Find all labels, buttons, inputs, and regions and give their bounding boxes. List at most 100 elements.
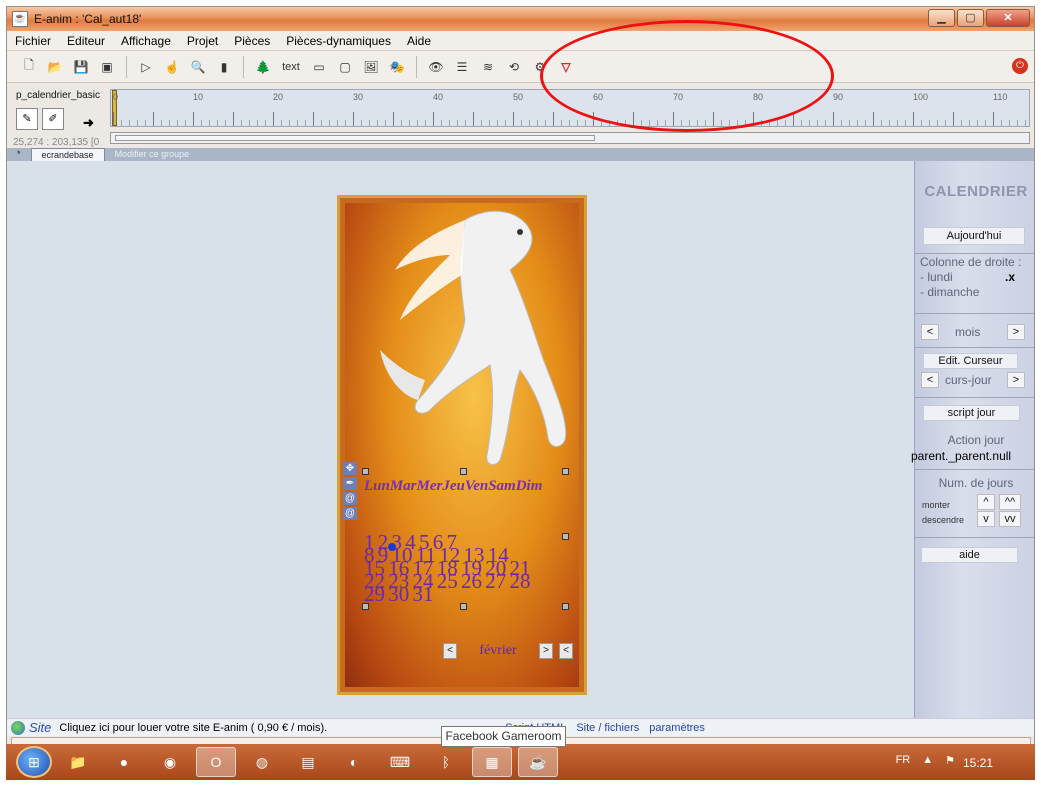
selection-handle[interactable] — [362, 468, 369, 475]
calendar-canvas[interactable]: ✥ ✒ @ @ LunMarMerJeuVenSamDim 1 2 3 4 5 … — [337, 195, 587, 695]
parametres-link[interactable]: paramètres — [649, 722, 705, 734]
keyboard-icon[interactable]: ⌨ — [380, 747, 420, 777]
arrow-right-icon[interactable]: ➜ — [83, 115, 94, 131]
pointer-icon[interactable]: ▷ — [136, 57, 156, 77]
swf-export-icon[interactable]: ▣ — [97, 57, 117, 77]
ruler-tick — [393, 112, 394, 126]
monday-mark[interactable]: .x — [1005, 270, 1015, 284]
clock[interactable]: 15:21 — [963, 756, 993, 770]
tab-star[interactable]: * — [7, 148, 31, 161]
media-icon[interactable]: ▤ — [288, 747, 328, 777]
menu-fichier[interactable]: Fichier — [7, 34, 59, 48]
pen-icon[interactable]: ✒ — [343, 477, 357, 490]
bluetooth-icon[interactable]: ᛒ — [426, 747, 466, 777]
maximize-button[interactable]: ▢ — [957, 9, 984, 27]
selection-handle[interactable] — [562, 603, 569, 610]
selection-handle[interactable] — [562, 468, 569, 475]
ruler-tick — [193, 112, 194, 126]
scroll-thumb[interactable] — [115, 135, 595, 141]
next-month-panel-button[interactable]: > — [1007, 324, 1025, 340]
opera-icon[interactable]: O — [196, 747, 236, 777]
at-icon-2[interactable]: @ — [343, 507, 357, 520]
prev-cursor-button[interactable]: < — [921, 372, 939, 388]
up-one-button[interactable]: ^ — [977, 494, 995, 510]
tray-expand-icon[interactable]: ▲ — [922, 754, 933, 767]
gears-icon[interactable]: ⚙ — [530, 57, 550, 77]
hand-icon[interactable]: ☝ — [162, 57, 182, 77]
ruler-tick — [881, 120, 882, 126]
down-two-button[interactable]: vv — [999, 511, 1021, 527]
sunday-option[interactable]: - dimanche — [920, 285, 979, 299]
flag-icon[interactable]: ⚑ — [945, 754, 955, 767]
image-icon[interactable]: 🖼 — [361, 57, 381, 77]
prev-month-panel-button[interactable]: < — [921, 324, 939, 340]
ruler-tick — [553, 112, 554, 126]
down-one-button[interactable]: v — [977, 511, 995, 527]
selection-handle[interactable] — [460, 603, 467, 610]
edit-component-icon[interactable]: ✎ — [16, 108, 38, 130]
script-jour-button[interactable]: script jour — [923, 405, 1020, 421]
rectangle-icon[interactable]: ▭ — [309, 57, 329, 77]
open-folder-icon[interactable]: 📂 — [45, 57, 65, 77]
timeline-ruler[interactable]: 0 10 20 30 40 50 60 70 80 90 100 110 — [110, 89, 1030, 127]
menu-editeur[interactable]: Editeur — [59, 34, 113, 48]
status-message[interactable]: Cliquez ici pour louer votre site E-anim… — [59, 722, 327, 734]
palette-icon[interactable]: ▮ — [214, 57, 234, 77]
ruler-label: 50 — [513, 92, 524, 102]
tab-ecrandebase[interactable]: ecrandebase — [30, 148, 105, 161]
tab-modifier-groupe[interactable]: Modifier ce groupe — [105, 148, 200, 161]
tree-icon[interactable]: 🌲 — [253, 57, 273, 77]
minimize-button[interactable]: ▁ — [928, 9, 955, 27]
menu-pieces[interactable]: Pièces — [226, 34, 278, 48]
panel-title: CALENDRIER — [924, 183, 1028, 200]
language-indicator[interactable]: FR — [896, 754, 911, 767]
eye-icon[interactable]: 👁 — [426, 57, 446, 77]
map-pin-icon[interactable]: ◐ — [334, 747, 374, 777]
layers-alt-icon[interactable]: ≋ — [478, 57, 498, 77]
menu-affichage[interactable]: Affichage — [113, 34, 179, 48]
next-month-button[interactable]: > — [539, 643, 553, 659]
zoom-icon[interactable]: 🔍 — [188, 57, 208, 77]
firefox-icon[interactable]: ◍ — [242, 747, 282, 777]
prev-month-button[interactable]: < — [443, 643, 457, 659]
next-cursor-button[interactable]: > — [1007, 372, 1025, 388]
selection-handle[interactable] — [460, 468, 467, 475]
action-jour-value[interactable]: parent._parent.null — [911, 449, 1011, 463]
up-two-button[interactable]: ^^ — [999, 494, 1021, 510]
menu-projet[interactable]: Projet — [179, 34, 226, 48]
start-button[interactable]: ⊞ — [16, 746, 52, 778]
menu-bar: Fichier Editeur Affichage Projet Pièces … — [7, 31, 1034, 51]
ruler-tick — [697, 120, 698, 126]
edit-script-icon[interactable]: ✐ — [42, 108, 64, 130]
today-button[interactable]: Aujourd'hui — [923, 227, 1025, 245]
monday-option[interactable]: - lundi — [920, 270, 953, 284]
close-button[interactable]: ✕ — [986, 9, 1030, 27]
ruler-tick — [361, 120, 362, 126]
aide-button[interactable]: aide — [921, 547, 1018, 563]
ruler-tick — [857, 120, 858, 126]
file-explorer-icon[interactable]: 📁 — [58, 747, 98, 777]
at-icon-1[interactable]: @ — [343, 492, 357, 505]
app-red-icon[interactable]: ◉ — [150, 747, 190, 777]
gameroom-icon[interactable]: ▦ — [472, 747, 512, 777]
edit-cursor-button[interactable]: Edit. Curseur — [923, 353, 1018, 369]
ruler-tick — [185, 120, 186, 126]
menu-pieces-dynamiques[interactable]: Pièces-dynamiques — [278, 34, 399, 48]
text-tool[interactable]: text — [279, 57, 303, 77]
timeline-scrollbar[interactable] — [110, 132, 1030, 144]
prev-button-2[interactable]: < — [559, 643, 573, 659]
site-fichiers-link[interactable]: Site / fichiers — [576, 722, 639, 734]
frame-icon[interactable]: ▢ — [335, 57, 355, 77]
sprite-icon[interactable]: 🎭 — [387, 57, 407, 77]
move-handle-icon[interactable]: ✥ — [343, 462, 357, 475]
save-icon[interactable]: 💾 — [71, 57, 91, 77]
site-label[interactable]: Site — [29, 720, 51, 735]
filter-icon[interactable]: ▽ — [556, 57, 576, 77]
new-file-icon[interactable]: 🗋 — [19, 57, 39, 77]
animation-icon[interactable]: ⟲ — [504, 57, 524, 77]
layers-icon[interactable]: ☰ — [452, 57, 472, 77]
spotify-icon[interactable]: ● — [104, 747, 144, 777]
menu-aide[interactable]: Aide — [399, 34, 439, 48]
exit-icon[interactable]: ⏻ — [1012, 58, 1028, 74]
java-app-icon[interactable]: ☕ — [518, 747, 558, 777]
